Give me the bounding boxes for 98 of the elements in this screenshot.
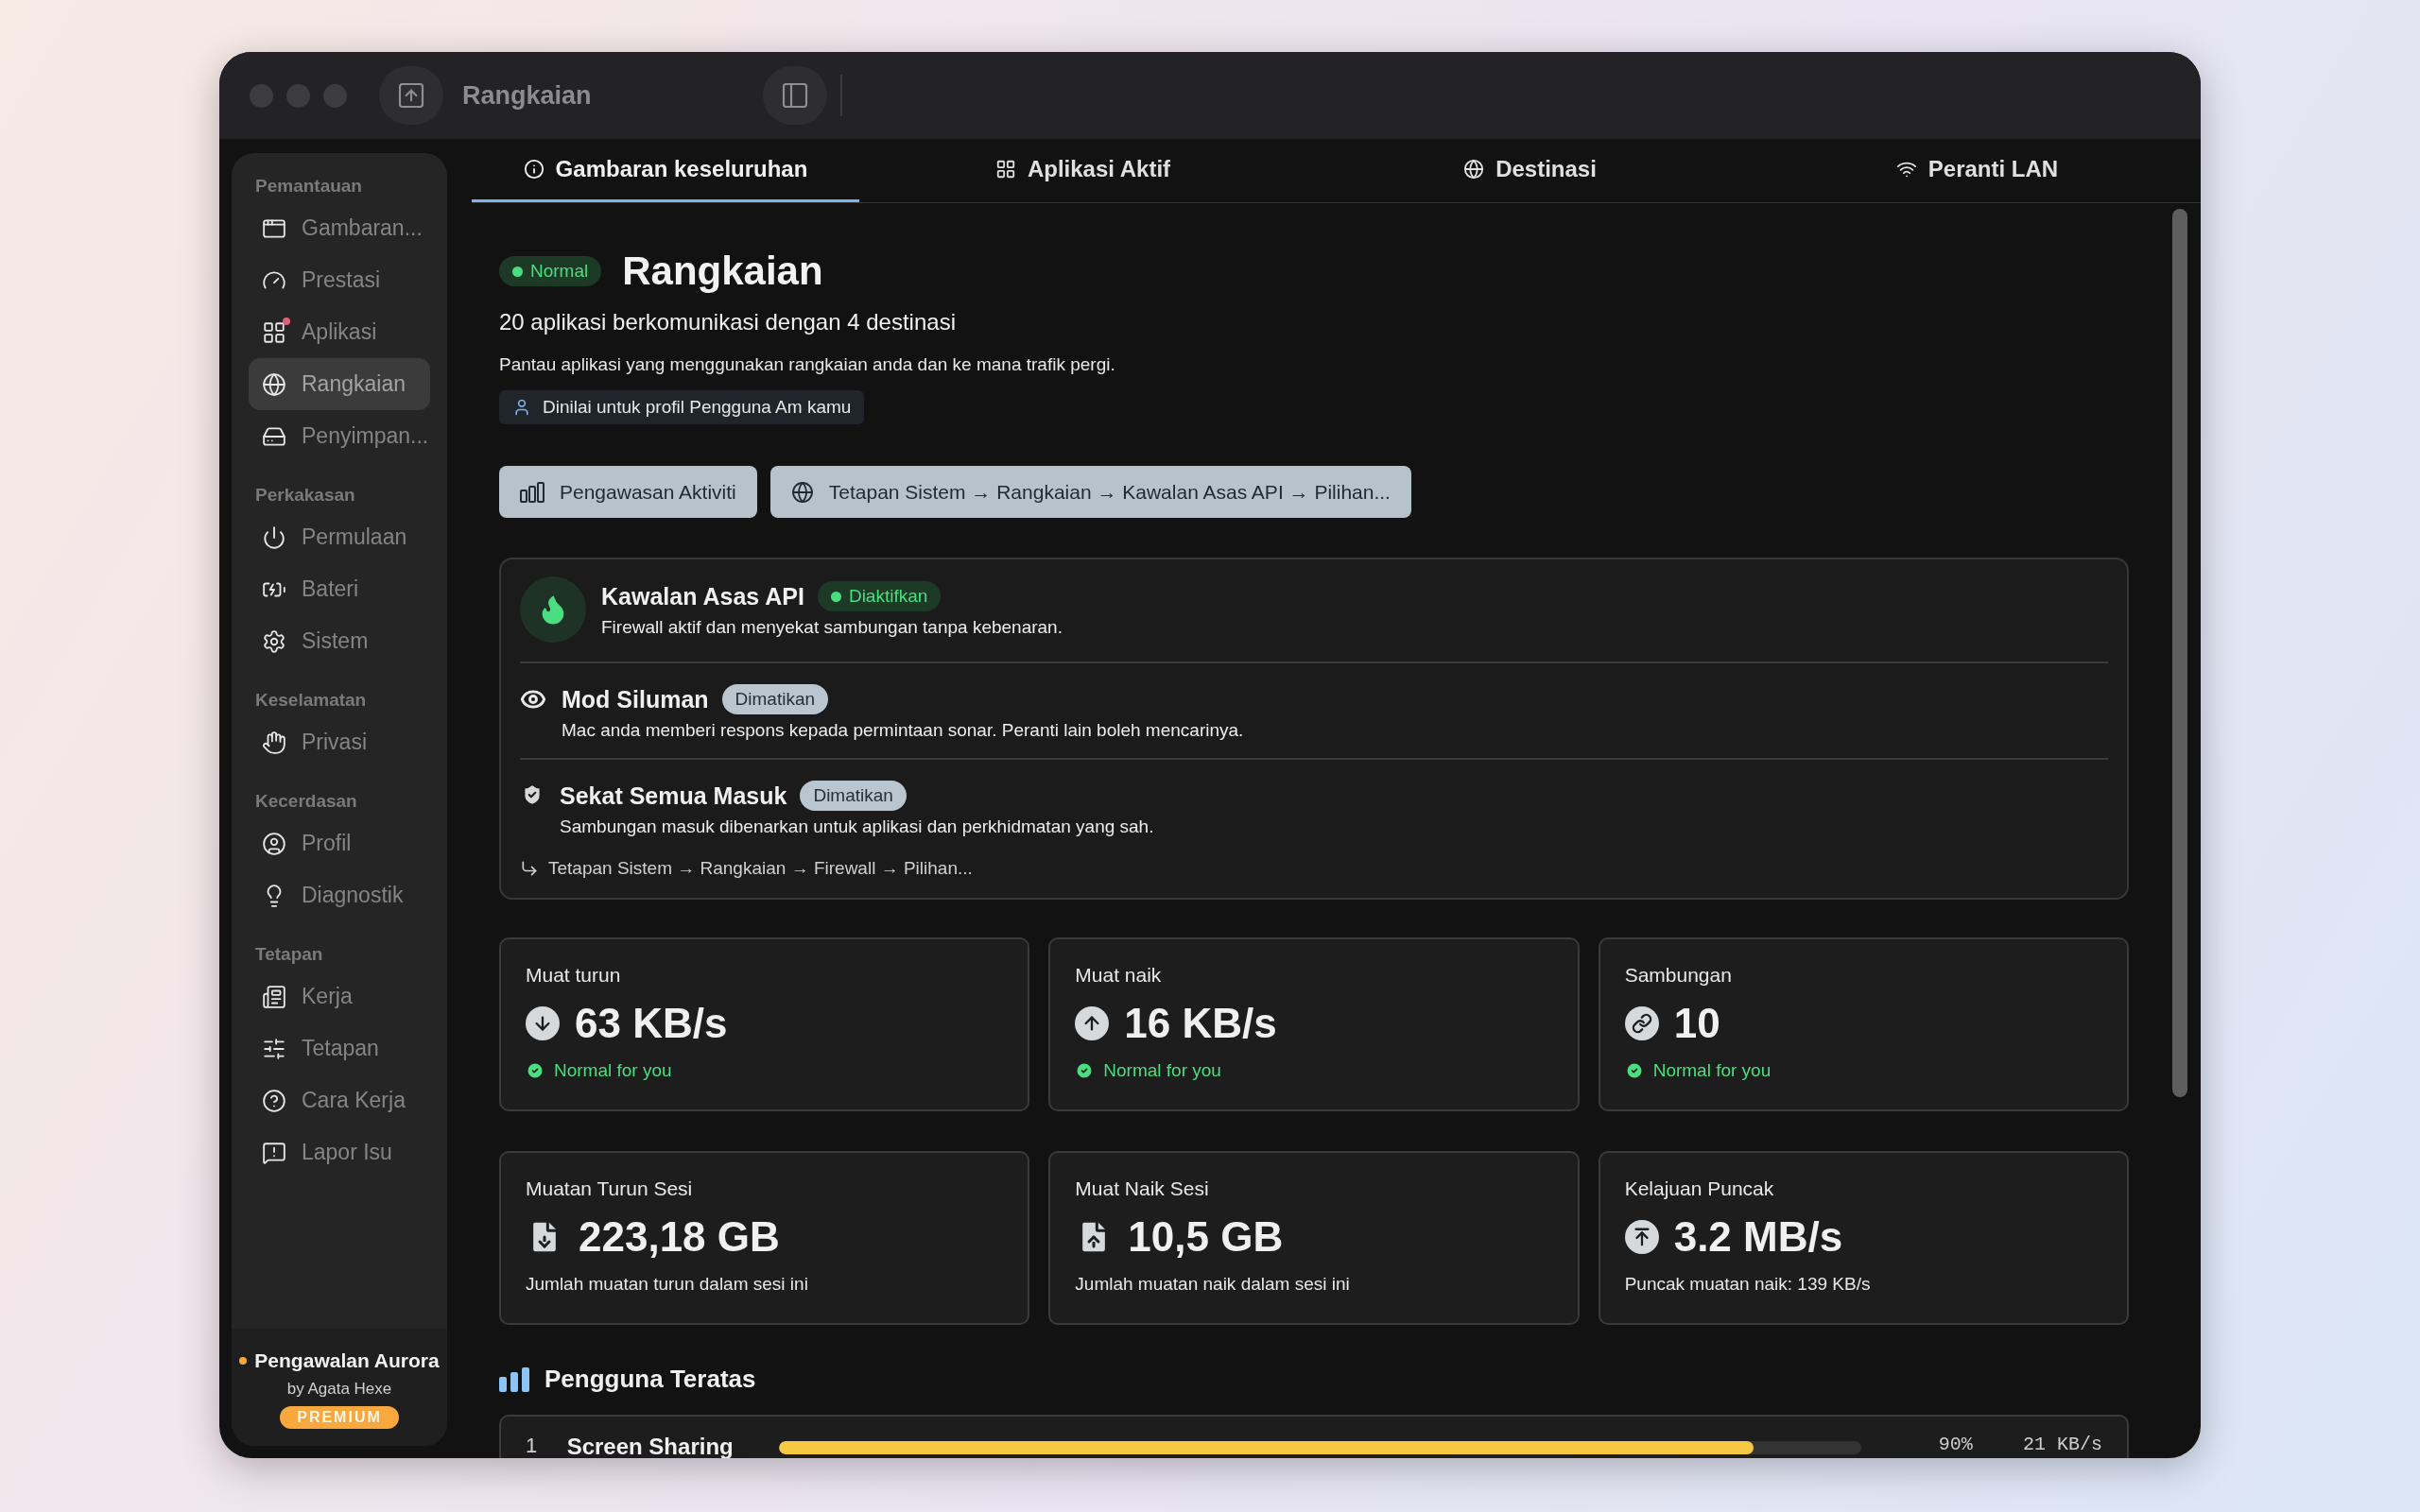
sidebar-item[interactable]: Diagnostik [249,869,430,921]
page-title: Rangkaian [622,249,823,294]
stat-value: 10 [1673,1000,1720,1047]
stat-label: Muat Naik Sesi [1075,1177,1210,1200]
sidebar-item[interactable]: Penyimpan... [249,410,430,462]
setting-title: Kawalan Asas API [601,582,804,610]
arrow-icon [520,859,539,878]
window-control[interactable] [323,83,347,108]
status-badge: Normal [499,256,602,286]
globe-icon [262,371,286,397]
sidebar-section-title: Keselamatan [254,689,368,712]
status-badge: Dimatikan [800,781,907,811]
sidebar-item[interactable]: Kerja [249,971,430,1022]
stat-label: Sambungan [1624,964,1733,987]
sidebar-item[interactable]: Prestasi [249,254,430,306]
setting-description: Firewall aktif dan menyekat sambungan tanpa kebenaran. [601,617,1063,638]
share-icon [396,80,426,111]
peak-icon [1624,1220,1659,1254]
stat-label: Kelajuan Puncak [1624,1177,1775,1200]
stat-value: 10,5 GB [1128,1213,1284,1261]
window-control[interactable] [286,83,310,108]
sidebar-item[interactable]: Aplikasi [249,306,430,358]
setting-title: Sekat Semua Masuk [560,782,787,810]
link-icon [1624,1006,1659,1040]
window-control[interactable] [250,83,273,108]
settings-path: Tetapan Sistem → Rangkaian → Firewall → Pilihan... [548,858,973,879]
user-icon [512,398,531,417]
stat-label: Muat naik [1075,964,1163,987]
stat-value: 223,18 GB [579,1213,780,1261]
tab[interactable]: Aplikasi Aktif [859,139,1306,202]
action-button[interactable]: Pengawasan Aktiviti [499,466,757,518]
app-name: Pengawalan Aurora [254,1349,440,1372]
hand-icon [262,730,286,755]
sliders-icon [262,1036,286,1061]
check-icon [526,1061,544,1080]
sidebar-item[interactable]: Permulaan [249,511,430,563]
grid-icon [262,319,286,345]
stat-label: Muatan Turun Sesi [526,1177,694,1200]
sidebar-item[interactable]: Lapor Isu [249,1126,430,1178]
sidebar-item[interactable]: Bateri [249,563,430,615]
premium-badge: PREMIUM [280,1406,399,1429]
bar-chart-icon [520,481,544,503]
sidebar-item[interactable]: Sistem [249,615,430,667]
scrollbar[interactable] [2172,209,2187,1097]
settings-icon [262,628,286,654]
sidebar-section-title: Kecerdasan [254,790,358,813]
check-icon [1075,1061,1095,1080]
sidebar-item[interactable]: Privasi [249,716,430,768]
user-icon [262,831,286,856]
profile-text: Dinilai untuk profil Pengguna Am kamu [543,397,852,418]
app-author: by Agata Hexe [286,1380,392,1399]
sidebar-section-title: Perkakasan [254,484,356,507]
help-icon [262,1088,286,1113]
stat-note: Normal for you [1103,1060,1221,1081]
page-description: Pantau aplikasi yang menggunakan rangkaian anda dan ke mana trafik pergi. [499,354,1115,375]
sidebar-section-title: Tetapan [254,943,324,966]
bar-chart-icon [499,1366,529,1392]
globe-icon [1463,159,1485,180]
stat-note: Jumlah muatan turun dalam sesi ini [526,1274,809,1295]
setting-description: Mac anda memberi respons kepada permintaan sonar. Peranti lain boleh mencarinya. [562,720,1244,741]
sidebar-section-title: Pemantauan [254,175,363,198]
sidebar-icon [780,80,810,111]
status-badge: Diaktifkan [817,581,942,611]
stat-value: 63 KB/s [575,1000,728,1047]
stat-value: 3.2 MB/s [1673,1213,1843,1261]
stat-value: 16 KB/s [1124,1000,1277,1047]
action-button[interactable]: Tetapan Sistem → Rangkaian → Kawalan Asas API → Pilihan... [769,466,1411,518]
stat-note: Normal for you [554,1060,672,1081]
page-summary: 20 aplikasi berkomunikasi dengan 4 destinasi [499,309,956,335]
upload-icon [1075,1006,1110,1040]
tab[interactable]: Destinasi [1306,139,1754,202]
setting-description: Sambungan masuk dibenarkan untuk aplikasi dan perkhidmatan yang sah. [560,816,1154,837]
sidebar-item[interactable]: Tetapan [249,1022,430,1074]
globe-icon [790,480,814,504]
stat-label: Muat turun [526,964,622,987]
download-icon [526,1006,560,1040]
sidebar-item[interactable]: Gambaran... [249,202,430,254]
grid-icon [994,159,1016,180]
check-icon [1624,1061,1644,1080]
status-dot [239,1357,248,1365]
info-icon [523,159,544,180]
section-title: Pengguna Teratas [544,1365,756,1394]
stat-note: Normal for you [1652,1060,1772,1081]
stat-note: Puncak muatan naik: 139 KB/s [1624,1274,1872,1295]
sidebar-item[interactable]: Profil [249,817,430,869]
sidebar-item[interactable]: Cara Kerja [249,1074,430,1126]
tab[interactable]: Gambaran keseluruhan [472,139,859,202]
power-icon [262,524,286,550]
stat-note: Jumlah muatan naik dalam sesi ini [1075,1274,1351,1295]
status-badge: Dimatikan [721,684,829,714]
message-icon [262,1140,286,1165]
sidebar-item[interactable]: Rangkaian [249,358,430,410]
window-title: Rangkaian [462,80,593,111]
usage-rate: 21 KB/s [2022,1434,2102,1455]
usage-percent: 90% [1937,1434,1973,1455]
tab[interactable]: Peranti LAN [1754,139,2201,202]
rank: 1 [526,1434,539,1458]
setting-title: Mod Siluman [562,685,709,713]
